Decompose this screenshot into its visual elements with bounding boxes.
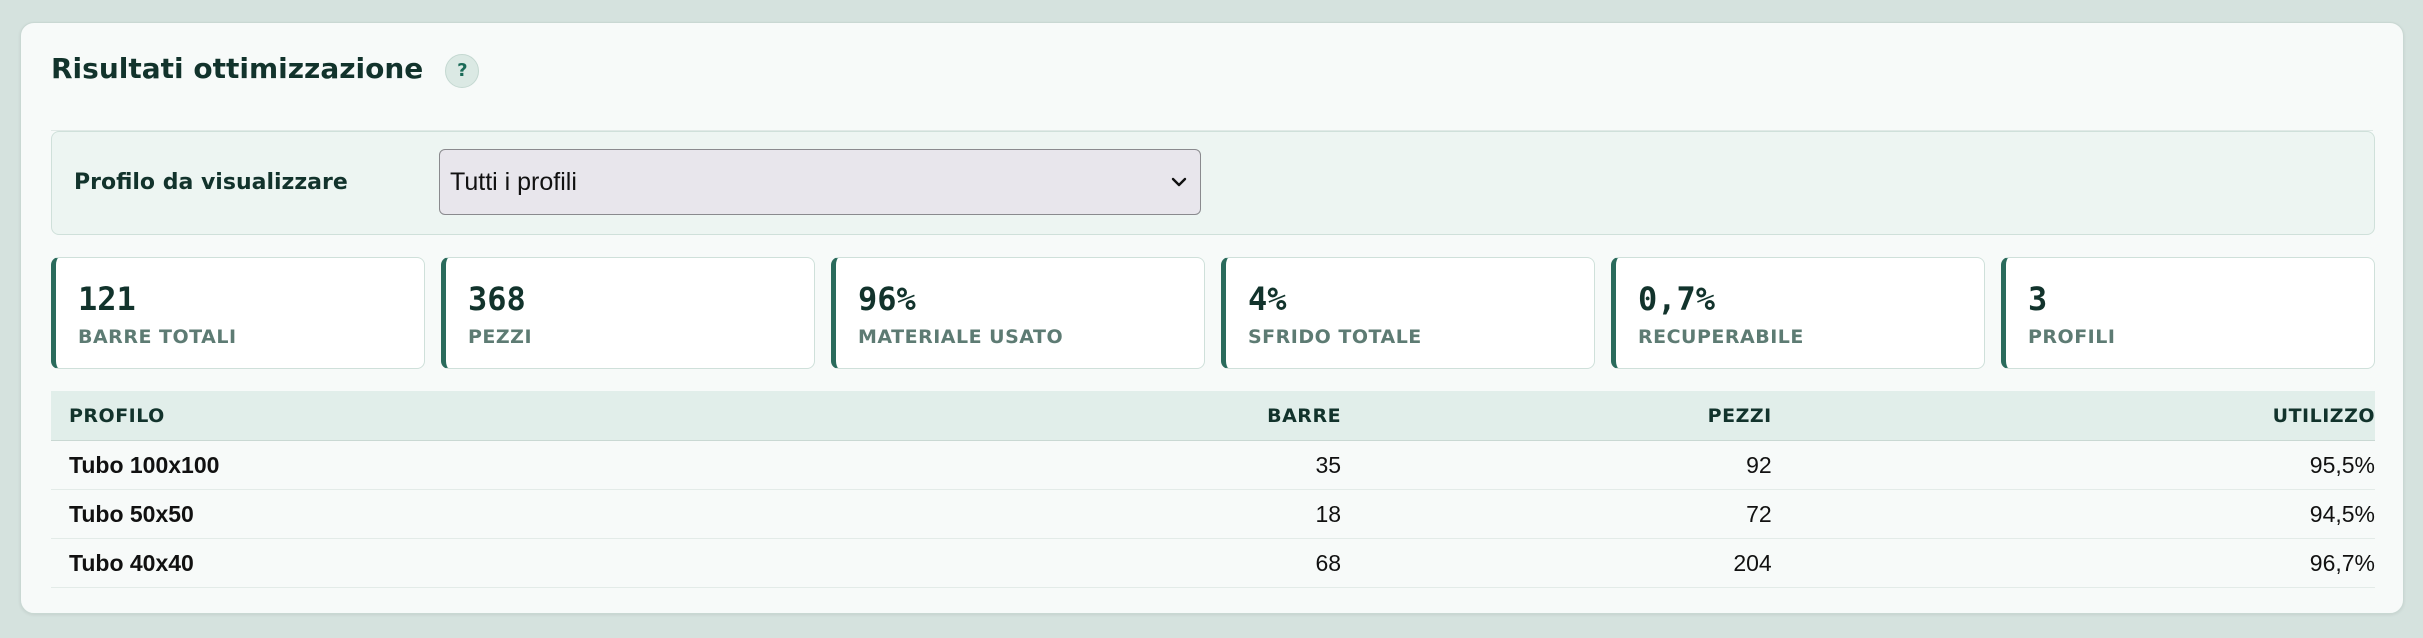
chevron-down-icon [1171, 177, 1187, 187]
stat-value: 368 [468, 280, 526, 318]
cell-barre: 18 [1315, 500, 1342, 527]
column-header-profilo[interactable]: PROFILO [51, 405, 805, 427]
cell-pezzi: 92 [1746, 451, 1772, 478]
stat-card-barre-totali: 121 BARRE TOTALI [51, 257, 425, 369]
stat-value: 121 [78, 280, 136, 318]
stats-row: 121 BARRE TOTALI 368 PEZZI 96% MATERIALE… [51, 257, 2375, 369]
stat-label: MATERIALE USATO [858, 326, 1064, 348]
profile-select[interactable]: Tutti i profili [439, 149, 1201, 215]
stat-value: 96% [858, 280, 916, 318]
table-row[interactable]: Tubo 50x50 18 72 94,5% [51, 490, 2375, 539]
stat-value: 4% [1248, 280, 1287, 318]
stat-label: PROFILI [2028, 326, 2116, 348]
stat-label: BARRE TOTALI [78, 326, 237, 348]
page-title: Risultati ottimizzazione [51, 52, 424, 85]
cell-pezzi: 204 [1733, 549, 1772, 576]
stat-card-recuperabile: 0,7% RECUPERABILE [1611, 257, 1985, 369]
results-header: Risultati ottimizzazione ? [51, 51, 2373, 131]
stat-label: RECUPERABILE [1638, 326, 1804, 348]
column-header-pezzi[interactable]: PEZZI [1341, 405, 1772, 427]
cell-utilizzo: 95,5% [2309, 451, 2375, 478]
stat-card-materiale-usato: 96% MATERIALE USATO [831, 257, 1205, 369]
cell-utilizzo: 94,5% [2309, 500, 2375, 527]
profile-filter-panel: Profilo da visualizzare Tutti i profili [51, 131, 2375, 235]
column-header-utilizzo[interactable]: UTILIZZO [1772, 405, 2375, 427]
help-icon[interactable]: ? [445, 53, 480, 88]
stat-card-sfrido-totale: 4% SFRIDO TOTALE [1221, 257, 1595, 369]
table-row[interactable]: Tubo 40x40 68 204 96,7% [51, 539, 2375, 588]
table-header: PROFILO BARRE PEZZI UTILIZZO [51, 391, 2375, 441]
cell-barre: 35 [1315, 451, 1342, 478]
table-row[interactable]: Tubo 100x100 35 92 95,5% [51, 441, 2375, 490]
results-card: Risultati ottimizzazione ? Profilo da vi… [20, 22, 2404, 614]
stat-card-profili: 3 PROFILI [2001, 257, 2375, 369]
cell-barre: 68 [1315, 549, 1342, 576]
cell-profilo: Tubo 50x50 [69, 500, 194, 527]
cell-profilo: Tubo 40x40 [69, 549, 194, 576]
stat-card-pezzi: 368 PEZZI [441, 257, 815, 369]
stat-label: PEZZI [468, 326, 533, 348]
column-header-barre[interactable]: BARRE [805, 405, 1341, 427]
stat-value: 3 [2028, 280, 2048, 318]
cell-profilo: Tubo 100x100 [69, 451, 220, 478]
stat-value: 0,7% [1638, 280, 1716, 318]
profile-filter-label: Profilo da visualizzare [74, 170, 348, 195]
cell-utilizzo: 96,7% [2309, 549, 2375, 576]
cell-pezzi: 72 [1746, 500, 1772, 527]
stat-label: SFRIDO TOTALE [1248, 326, 1422, 348]
profile-select-value: Tutti i profili [450, 167, 577, 196]
results-table: PROFILO BARRE PEZZI UTILIZZO Tubo 100x10… [51, 391, 2375, 588]
